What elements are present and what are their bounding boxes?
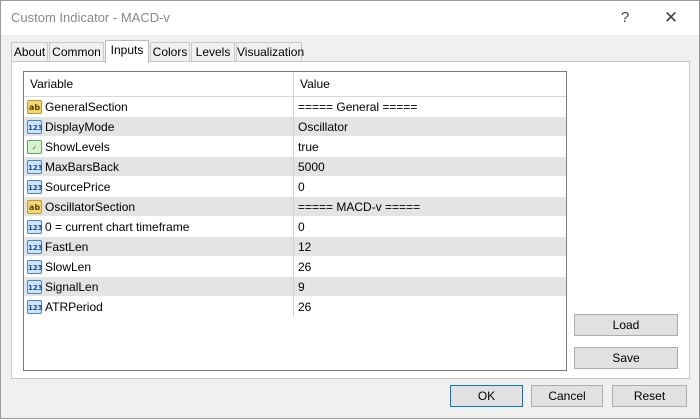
variable-name: DisplayMode bbox=[45, 120, 115, 134]
table-row[interactable]: ✓ ShowLevels true bbox=[24, 137, 566, 157]
variable-cell: ab GeneralSection bbox=[24, 97, 294, 117]
title-bar: Custom Indicator - MACD-v ? ✕ bbox=[1, 1, 699, 35]
variable-cell: ✓ ShowLevels bbox=[24, 137, 294, 157]
number-type-icon: 123 bbox=[27, 260, 43, 274]
variable-name: FastLen bbox=[45, 240, 89, 254]
variable-name: ShowLevels bbox=[45, 140, 110, 154]
variable-cell: ab OscillatorSection bbox=[24, 197, 294, 217]
variable-name: 0 = current chart timeframe bbox=[45, 220, 190, 234]
variable-name: OscillatorSection bbox=[45, 200, 136, 214]
value-cell[interactable]: 0 bbox=[294, 177, 566, 197]
table-row[interactable]: 123 SlowLen 26 bbox=[24, 257, 566, 277]
text-type-icon: ab bbox=[27, 100, 42, 114]
value-cell[interactable]: Oscillator bbox=[294, 117, 566, 137]
value-cell[interactable]: ===== MACD-v ===== bbox=[294, 197, 566, 217]
variable-cell: 123 MaxBarsBack bbox=[24, 157, 294, 177]
cancel-button[interactable]: Cancel bbox=[531, 385, 603, 407]
variable-name: ATRPeriod bbox=[45, 300, 103, 314]
value-cell[interactable]: true bbox=[294, 137, 566, 157]
number-type-icon: 123 bbox=[27, 160, 43, 174]
tab-levels[interactable]: Levels bbox=[191, 42, 235, 62]
custom-indicator-dialog: Custom Indicator - MACD-v ? ✕ About Comm… bbox=[0, 0, 700, 419]
variable-name: SourcePrice bbox=[45, 180, 111, 194]
variable-cell: 123 SourcePrice bbox=[24, 177, 294, 197]
variable-cell: 123 0 = current chart timeframe bbox=[24, 217, 294, 237]
number-type-icon: 123 bbox=[27, 120, 43, 134]
window-title: Custom Indicator - MACD-v bbox=[11, 10, 170, 25]
inputs-panel: Variable Value ab GeneralSection ===== Gen… bbox=[11, 61, 690, 379]
tab-common[interactable]: Common bbox=[49, 42, 104, 62]
table-row[interactable]: 123 SignalLen 9 bbox=[24, 277, 566, 297]
number-type-icon: 123 bbox=[27, 240, 43, 254]
table-row[interactable]: 123 ATRPeriod 26 bbox=[24, 297, 566, 317]
variable-cell: 123 FastLen bbox=[24, 237, 294, 257]
variable-name: SlowLen bbox=[45, 260, 92, 274]
load-button[interactable]: Load bbox=[574, 314, 678, 336]
text-type-icon: ab bbox=[27, 200, 42, 214]
value-cell[interactable]: 26 bbox=[294, 297, 566, 317]
tab-colors[interactable]: Colors bbox=[150, 42, 190, 62]
variable-cell: 123 DisplayMode bbox=[24, 117, 294, 137]
table-row[interactable]: 123 DisplayMode Oscillator bbox=[24, 117, 566, 137]
reset-button[interactable]: Reset bbox=[612, 385, 687, 407]
value-cell[interactable]: 26 bbox=[294, 257, 566, 277]
variable-name: SignalLen bbox=[45, 280, 99, 294]
number-type-icon: 123 bbox=[27, 180, 43, 194]
number-type-icon: 123 bbox=[27, 220, 43, 234]
number-type-icon: 123 bbox=[27, 280, 43, 294]
tab-visualization[interactable]: Visualization bbox=[236, 42, 304, 62]
grid-header: Variable Value bbox=[24, 72, 566, 97]
value-cell[interactable]: 0 bbox=[294, 217, 566, 237]
help-icon[interactable]: ? bbox=[610, 7, 640, 29]
value-cell[interactable]: 5000 bbox=[294, 157, 566, 177]
table-row[interactable]: ab OscillatorSection ===== MACD-v ===== bbox=[24, 197, 566, 217]
boolean-type-icon: ✓ bbox=[27, 140, 42, 154]
value-cell[interactable]: 12 bbox=[294, 237, 566, 257]
ok-button[interactable]: OK bbox=[450, 385, 523, 407]
table-row[interactable]: 123 SourcePrice 0 bbox=[24, 177, 566, 197]
save-button[interactable]: Save bbox=[574, 347, 678, 369]
number-type-icon: 123 bbox=[27, 300, 43, 314]
table-row[interactable]: 123 0 = current chart timeframe 0 bbox=[24, 217, 566, 237]
value-cell[interactable]: 9 bbox=[294, 277, 566, 297]
grid-rows: ab GeneralSection ===== General ===== 123 Di… bbox=[24, 97, 566, 317]
tab-about[interactable]: About bbox=[11, 42, 48, 62]
column-header-variable[interactable]: Variable bbox=[24, 72, 294, 97]
variable-cell: 123 SignalLen bbox=[24, 277, 294, 297]
table-row[interactable]: 123 MaxBarsBack 5000 bbox=[24, 157, 566, 177]
variable-cell: 123 ATRPeriod bbox=[24, 297, 294, 317]
table-row[interactable]: ab GeneralSection ===== General ===== bbox=[24, 97, 566, 117]
table-row[interactable]: 123 FastLen 12 bbox=[24, 237, 566, 257]
value-cell[interactable]: ===== General ===== bbox=[294, 97, 566, 117]
close-icon[interactable]: ✕ bbox=[656, 7, 686, 29]
column-header-value[interactable]: Value bbox=[294, 72, 566, 97]
inputs-grid: Variable Value ab GeneralSection ===== Gen… bbox=[23, 71, 567, 371]
variable-cell: 123 SlowLen bbox=[24, 257, 294, 277]
variable-name: GeneralSection bbox=[45, 100, 128, 114]
variable-name: MaxBarsBack bbox=[45, 160, 120, 174]
tab-inputs[interactable]: Inputs bbox=[105, 40, 149, 63]
